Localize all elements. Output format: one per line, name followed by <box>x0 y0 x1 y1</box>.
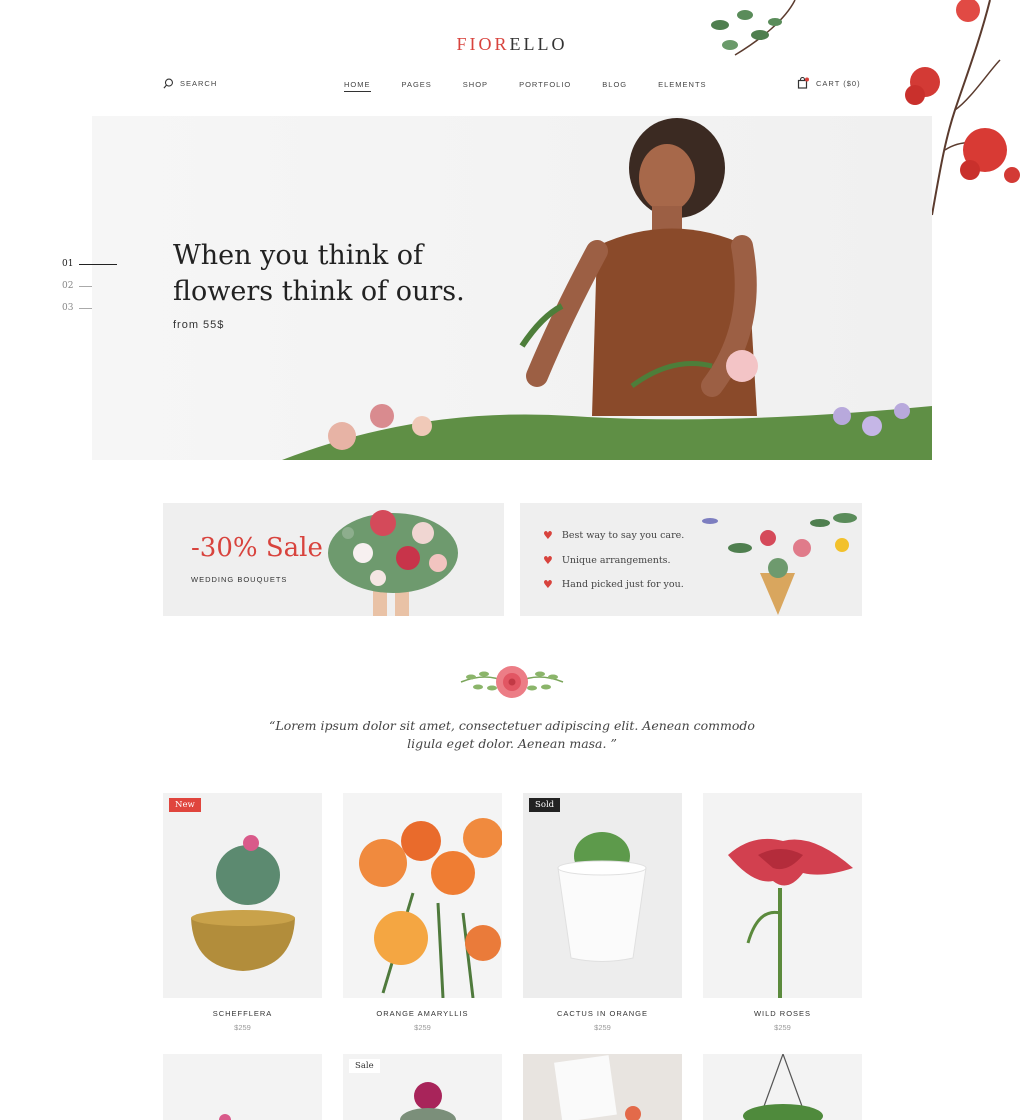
search-label: SEARCH <box>180 79 218 88</box>
shopping-bag-icon <box>797 77 809 89</box>
heart-icon: ♥ <box>543 554 553 567</box>
feature-item: ♥ Unique arrangements. <box>543 554 671 567</box>
slide-number: 02 <box>62 281 74 291</box>
logo-accent: FIOR <box>456 34 510 54</box>
slide-indicator-1[interactable]: 01 <box>62 259 118 269</box>
logo-rest: ELLO <box>509 34 568 54</box>
cart-button[interactable]: CART ($0) <box>797 77 861 89</box>
product-thumbnail <box>163 1054 322 1120</box>
product-card[interactable]: Sold CACTUS IN ORANGE $259 <box>523 793 682 1032</box>
product-price: $259 <box>774 1023 791 1032</box>
product-price: $259 <box>234 1023 251 1032</box>
cactus-white-pot-image <box>523 793 682 998</box>
slide-indicator-2[interactable]: 02 <box>62 281 93 291</box>
product-card[interactable]: ORANGE AMARYLLIS $259 <box>343 793 502 1032</box>
feature-item: ♥ Hand picked just for you. <box>543 578 684 591</box>
product-image[interactable]: Sold <box>523 793 682 998</box>
nav-item-pages[interactable]: PAGES <box>402 80 432 92</box>
feature-text: Best way to say you care. <box>561 530 685 541</box>
product-image[interactable]: New <box>163 793 322 998</box>
slide-line <box>79 263 118 265</box>
flower-ornament-icon <box>460 666 564 698</box>
nav-item-shop[interactable]: SHOP <box>463 80 488 92</box>
product-card[interactable]: Sale <box>343 1054 502 1120</box>
search-icon <box>163 78 173 89</box>
product-name[interactable]: ORANGE AMARYLLIS <box>343 1009 502 1018</box>
product-image[interactable] <box>703 793 862 998</box>
sale-subtitle: WEDDING BOUQUETS <box>191 575 288 584</box>
search-button[interactable]: SEARCH <box>163 78 217 89</box>
main-nav: HOME PAGES SHOP PORTFOLIO BLOG ELEMENTS <box>344 80 738 92</box>
hero-subtitle: from 55$ <box>173 319 225 331</box>
hero-title-line2: flowers think of ours. <box>173 276 465 307</box>
product-thumbnail <box>523 1054 682 1120</box>
potted-cactus-image <box>163 793 322 998</box>
nav-item-home[interactable]: HOME <box>344 80 371 92</box>
product-card[interactable]: New SCHEFFLERA $259 <box>163 793 322 1032</box>
product-name[interactable]: CACTUS IN ORANGE <box>523 1009 682 1018</box>
product-image[interactable] <box>523 1054 682 1120</box>
sale-badge: Sale <box>349 1059 380 1073</box>
product-image[interactable] <box>163 1054 322 1120</box>
orange-roses-image <box>343 793 502 998</box>
heart-icon: ♥ <box>543 529 553 542</box>
slide-indicator-3[interactable]: 03 <box>62 303 93 313</box>
cart-label: CART ($0) <box>816 78 861 88</box>
product-image[interactable] <box>703 1054 862 1120</box>
nav-item-portfolio[interactable]: PORTFOLIO <box>519 80 571 92</box>
product-card[interactable] <box>523 1054 682 1120</box>
product-price: $259 <box>594 1023 611 1032</box>
new-badge: New <box>169 798 201 812</box>
slide-number: 01 <box>62 259 74 269</box>
feature-item: ♥ Best way to say you care. <box>543 529 684 542</box>
hero-title: When you think of flowers think of ours. <box>173 238 493 310</box>
sale-title: -30% Sale <box>191 533 323 563</box>
sold-badge: Sold <box>529 798 561 812</box>
product-thumbnail <box>703 1054 862 1120</box>
red-rose-image <box>703 793 862 998</box>
hero-title-line1: When you think of <box>173 240 424 271</box>
slide-number: 03 <box>62 303 74 313</box>
slide-line <box>79 307 93 309</box>
product-image[interactable] <box>343 793 502 998</box>
product-image[interactable]: Sale <box>343 1054 502 1120</box>
nav-item-blog[interactable]: BLOG <box>602 80 627 92</box>
slide-line <box>79 285 93 287</box>
product-card[interactable] <box>703 1054 862 1120</box>
product-price: $259 <box>414 1023 431 1032</box>
product-card[interactable] <box>163 1054 322 1120</box>
product-card[interactable]: WILD ROSES $259 <box>703 793 862 1032</box>
testimonial-quote: “Lorem ipsum dolor sit amet, consectetue… <box>269 718 755 751</box>
heart-icon: ♥ <box>543 578 553 591</box>
site-logo[interactable]: FIORELLO <box>0 34 1024 55</box>
nav-item-elements[interactable]: ELEMENTS <box>658 80 706 92</box>
feature-text: Unique arrangements. <box>561 555 671 566</box>
feature-text: Hand picked just for you. <box>561 579 684 590</box>
product-name[interactable]: WILD ROSES <box>703 1009 862 1018</box>
product-name[interactable]: SCHEFFLERA <box>163 1009 322 1018</box>
